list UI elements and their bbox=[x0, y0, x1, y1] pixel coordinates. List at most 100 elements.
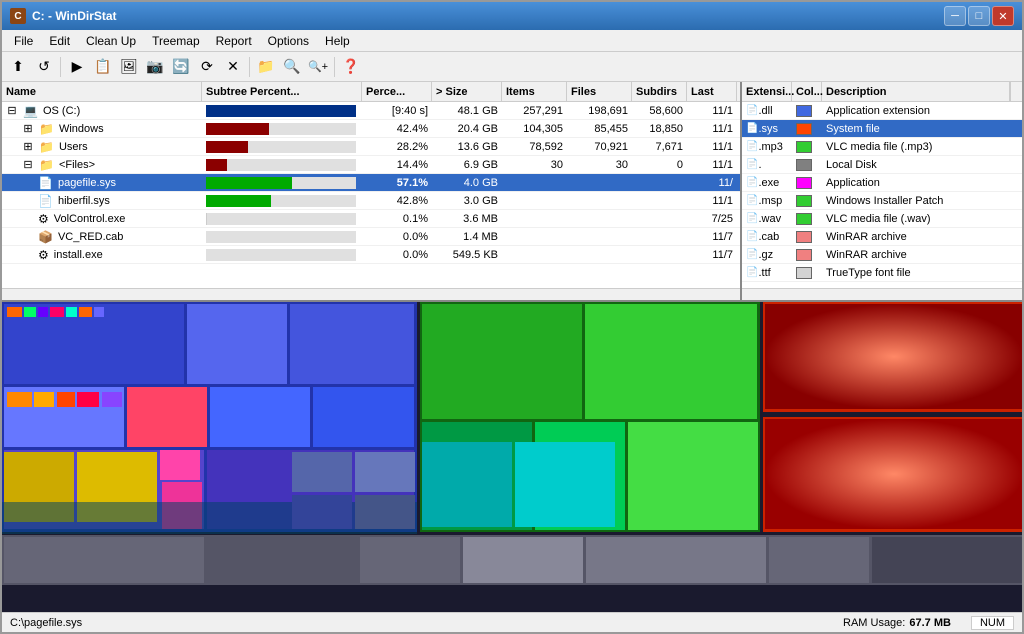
expand-icon[interactable]: ⊞ bbox=[22, 140, 34, 153]
expand-icon[interactable]: ⊞ bbox=[22, 122, 34, 135]
tb-back-button[interactable]: ⬆ bbox=[6, 55, 30, 79]
row-perce: 57.1% bbox=[362, 177, 432, 189]
ext-header: Extensi... Col... Description bbox=[742, 82, 1022, 102]
subtree-bar bbox=[206, 159, 356, 171]
col-header-files[interactable]: Files bbox=[567, 82, 632, 101]
list-item[interactable]: 📄 .ttfTrueType font file bbox=[742, 264, 1022, 282]
menu-help[interactable]: Help bbox=[317, 32, 358, 50]
row-name: install.exe bbox=[54, 249, 103, 261]
menu-cleanup[interactable]: Clean Up bbox=[78, 32, 144, 50]
menu-options[interactable]: Options bbox=[260, 32, 317, 50]
row-name: Users bbox=[59, 141, 88, 153]
row-last: 11/1 bbox=[687, 141, 737, 153]
row-name: Windows bbox=[59, 123, 104, 135]
tb-refresh-button[interactable]: ↺ bbox=[32, 55, 56, 79]
tb-folder-button[interactable]: 📁 bbox=[254, 55, 278, 79]
list-item[interactable]: 📄 .mspWindows Installer Patch bbox=[742, 192, 1022, 210]
file-icon: 📄 bbox=[746, 177, 758, 188]
table-row[interactable]: ⚙VolControl.exe0.1%3.6 MB7/25 bbox=[2, 210, 740, 228]
list-item[interactable]: 📄 .mp3VLC media file (.mp3) bbox=[742, 138, 1022, 156]
treemap-svg bbox=[2, 302, 1022, 612]
tb-play-button[interactable]: ▶ bbox=[65, 55, 89, 79]
list-item[interactable]: 📄 .gzWinRAR archive bbox=[742, 246, 1022, 264]
close-button[interactable]: ✕ bbox=[992, 6, 1014, 26]
col-header-subtree[interactable]: Subtree Percent... bbox=[202, 82, 362, 101]
row-subdirs: 7,671 bbox=[632, 141, 687, 153]
expand-icon[interactable]: ⊟ bbox=[6, 104, 18, 117]
ext-scrollbar-h[interactable] bbox=[742, 288, 1022, 300]
row-subdirs: 58,600 bbox=[632, 105, 687, 117]
ext-col-header-color[interactable]: Col... bbox=[792, 82, 822, 101]
ext-col-header-ext[interactable]: Extensi... bbox=[742, 82, 792, 101]
ext-description: VLC media file (.mp3) bbox=[822, 141, 1022, 153]
table-row[interactable]: ⊞📁Users28.2%13.6 GB78,59270,9217,67111/1 bbox=[2, 138, 740, 156]
col-header-last[interactable]: Last bbox=[687, 82, 737, 101]
menu-bar: File Edit Clean Up Treemap Report Option… bbox=[2, 30, 1022, 52]
subtree-fill bbox=[206, 105, 356, 117]
menu-treemap[interactable]: Treemap bbox=[144, 32, 208, 50]
maximize-button[interactable]: □ bbox=[968, 6, 990, 26]
color-swatch bbox=[796, 177, 812, 189]
expand-icon[interactable]: ⊟ bbox=[22, 158, 34, 171]
tb-help-button[interactable]: ❓ bbox=[339, 55, 363, 79]
row-last: 11/1 bbox=[687, 105, 737, 117]
table-row[interactable]: ⊞📁Windows42.4%20.4 GB104,30585,45518,850… bbox=[2, 120, 740, 138]
status-ram-label: RAM Usage: bbox=[843, 617, 905, 629]
color-swatch bbox=[796, 231, 812, 243]
table-row[interactable]: ⊟📁<Files>14.4%6.9 GB3030011/1 bbox=[2, 156, 740, 174]
row-last: 11/ bbox=[687, 177, 737, 189]
menu-edit[interactable]: Edit bbox=[41, 32, 78, 50]
status-ram-value: 67.7 MB bbox=[909, 617, 951, 629]
table-row[interactable]: ⊟💻OS (C:)[9:40 s]48.1 GB257,291198,69158… bbox=[2, 102, 740, 120]
row-size: 1.4 MB bbox=[432, 231, 502, 243]
list-item[interactable]: 📄 .dllApplication extension bbox=[742, 102, 1022, 120]
tb-sync-button[interactable]: 🔄 bbox=[169, 55, 193, 79]
col-header-perce[interactable]: Perce... bbox=[362, 82, 432, 101]
row-subdirs: 0 bbox=[632, 159, 687, 171]
ext-description: System file bbox=[822, 123, 1022, 135]
table-row[interactable]: 📄pagefile.sys57.1%4.0 GB11/ bbox=[2, 174, 740, 192]
tb-zoom-button[interactable]: 🔍 bbox=[280, 55, 304, 79]
list-item[interactable]: 📄 .exeApplication bbox=[742, 174, 1022, 192]
row-last: 11/7 bbox=[687, 231, 737, 243]
menu-file[interactable]: File bbox=[6, 32, 41, 50]
tree-scrollbar-h[interactable] bbox=[2, 288, 740, 300]
treemap-canvas[interactable] bbox=[2, 302, 1022, 612]
ext-col-header-desc[interactable]: Description bbox=[822, 82, 1010, 101]
subtree-bar bbox=[206, 249, 356, 261]
list-item[interactable]: 📄 .Local Disk bbox=[742, 156, 1022, 174]
row-name: OS (C:) bbox=[43, 105, 80, 117]
ext-description: TrueType font file bbox=[822, 267, 1022, 279]
subtree-bar bbox=[206, 141, 356, 153]
col-header-subdirs[interactable]: Subdirs bbox=[632, 82, 687, 101]
menu-report[interactable]: Report bbox=[208, 32, 260, 50]
ext-description: Application bbox=[822, 177, 1022, 189]
color-swatch bbox=[796, 159, 812, 171]
table-row[interactable]: ⚙install.exe0.0%549.5 KB11/7 bbox=[2, 246, 740, 264]
ext-label: .ttf bbox=[758, 267, 770, 279]
tb-zoomin-button[interactable]: 🔍+ bbox=[306, 55, 330, 79]
tree-body: ⊟💻OS (C:)[9:40 s]48.1 GB257,291198,69158… bbox=[2, 102, 740, 288]
row-icon: 📁 bbox=[39, 158, 54, 172]
col-header-size[interactable]: > Size bbox=[432, 82, 502, 101]
row-size: 4.0 GB bbox=[432, 177, 502, 189]
tb-reload-button[interactable]: ⟳ bbox=[195, 55, 219, 79]
row-icon: 📦 bbox=[38, 230, 53, 244]
minimize-button[interactable]: ─ bbox=[944, 6, 966, 26]
table-row[interactable]: 📄hiberfil.sys42.8%3.0 GB11/1 bbox=[2, 192, 740, 210]
tb-separator-2 bbox=[249, 57, 250, 77]
row-last: 11/1 bbox=[687, 159, 737, 171]
tb-camera-button[interactable]: 📷 bbox=[143, 55, 167, 79]
table-row[interactable]: 📦VC_RED.cab0.0%1.4 MB11/7 bbox=[2, 228, 740, 246]
list-item[interactable]: 📄 .wavVLC media file (.wav) bbox=[742, 210, 1022, 228]
row-last: 11/1 bbox=[687, 195, 737, 207]
tb-cancel-button[interactable]: ✕ bbox=[221, 55, 245, 79]
tb-copy-button[interactable]: 📋 bbox=[91, 55, 115, 79]
row-size: 549.5 KB bbox=[432, 249, 502, 261]
list-item[interactable]: 📄 .sysSystem file bbox=[742, 120, 1022, 138]
list-item[interactable]: 📄 .cabWinRAR archive bbox=[742, 228, 1022, 246]
col-header-items[interactable]: Items bbox=[502, 82, 567, 101]
col-header-name[interactable]: Name bbox=[2, 82, 202, 101]
tb-image-button[interactable]: 🖼 bbox=[117, 55, 141, 79]
status-bar: C:\pagefile.sys RAM Usage: 67.7 MB NUM bbox=[2, 612, 1022, 632]
